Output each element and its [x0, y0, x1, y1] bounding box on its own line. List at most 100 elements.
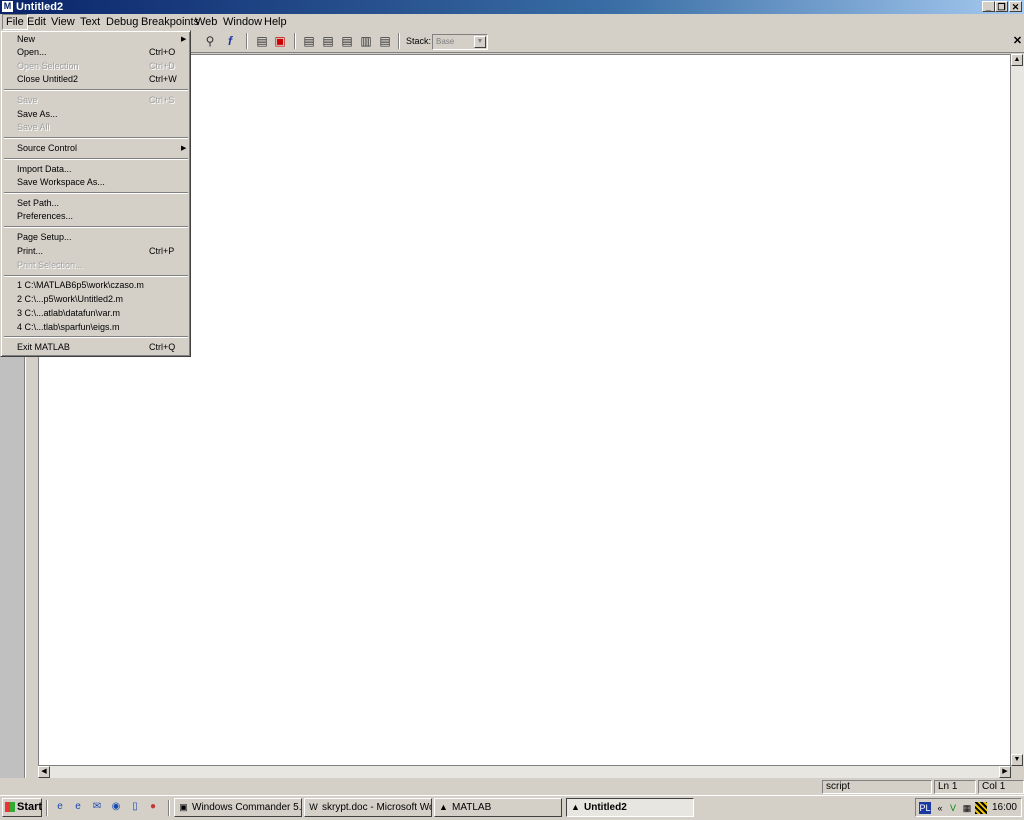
quicklaunch-notes-icon[interactable]: ▯ [129, 801, 141, 813]
start-label: Start [17, 801, 43, 813]
matlab-app-icon[interactable]: M [2, 1, 13, 12]
menu-item-recent-2[interactable]: 2 C:\...p5\work\Untitled2.m [17, 293, 187, 306]
menu-item-shortcut: Ctrl+W [149, 74, 177, 84]
start-button[interactable]: Start [2, 798, 42, 817]
task-windows-commander[interactable]: ▣ Windows Commander 5.0... [174, 798, 302, 817]
menu-view[interactable]: View [48, 15, 78, 29]
menu-item-label: 1 C:\MATLAB6p5\work\czaso.m [17, 280, 144, 290]
menu-item-shortcut: Ctrl+O [149, 47, 176, 57]
menu-item-close[interactable]: Close Untitled2 Ctrl+W [17, 73, 187, 86]
menu-separator [4, 89, 188, 91]
quicklaunch-browser-icon[interactable]: e [72, 801, 84, 813]
menu-item-page-setup[interactable]: Page Setup... [17, 231, 187, 244]
status-col: Col 1 [978, 780, 1024, 794]
taskbar-separator [46, 800, 48, 816]
menu-item-set-path[interactable]: Set Path... [17, 197, 187, 210]
menu-item-label: Print... [17, 246, 44, 256]
taskbar: Start e e ✉ ◉ ▯ ● ▣ Windows Commander 5.… [0, 795, 1024, 820]
close-button[interactable]: ✕ [1009, 1, 1022, 12]
task-untitled2[interactable]: ▲ Untitled2 [566, 798, 694, 817]
horizontal-scrollbar[interactable]: ◀ ▶ [38, 766, 1011, 778]
menu-item-label: Exit MATLAB [17, 342, 70, 352]
language-icon[interactable]: PL [919, 802, 931, 814]
tray-app-icon[interactable] [975, 802, 987, 814]
minimize-button[interactable]: _ [982, 1, 995, 12]
menu-item-recent-1[interactable]: 1 C:\MATLAB6p5\work\czaso.m [17, 279, 187, 292]
task-matlab[interactable]: ▲ MATLAB [434, 798, 562, 817]
step-icon[interactable]: ▤ [302, 34, 316, 48]
menu-item-label: Import Data... [17, 164, 72, 174]
menu-item-label: Open... [17, 47, 47, 57]
scroll-left-icon[interactable]: ◀ [38, 766, 50, 778]
menu-item-import-data[interactable]: Import Data... [17, 163, 187, 176]
menu-item-label: Page Setup... [17, 232, 72, 242]
menu-separator [4, 226, 188, 228]
menu-item-open[interactable]: Open... Ctrl+O [17, 46, 187, 59]
menu-item-label: 4 C:\...tlab\sparfun\eigs.m [17, 322, 120, 332]
menu-item-print-selection: Print Selection... [17, 259, 187, 272]
step-out-icon[interactable]: ▤ [340, 34, 354, 48]
menu-item-save: Save Ctrl+S [17, 94, 187, 107]
menu-item-open-selection: Open Selection Ctrl+D [17, 60, 187, 73]
chevron-down-icon[interactable]: ▼ [474, 36, 486, 48]
windows-logo-icon [5, 802, 15, 812]
menu-item-new[interactable]: New ▶ [17, 33, 187, 46]
exit-debug-icon[interactable]: ▤ [378, 34, 392, 48]
menu-window[interactable]: Window [220, 15, 265, 29]
menu-text[interactable]: Text [77, 15, 103, 29]
menu-item-recent-3[interactable]: 3 C:\...atlab\datafun\var.m [17, 307, 187, 320]
menu-help[interactable]: Help [261, 15, 290, 29]
menu-item-save-as[interactable]: Save As... [17, 108, 187, 121]
menu-item-save-workspace[interactable]: Save Workspace As... [17, 176, 187, 189]
submenu-arrow-icon: ▶ [181, 36, 187, 43]
system-tray: PL « V ▦ 16:00 [915, 798, 1022, 817]
menu-item-label: Set Path... [17, 198, 60, 208]
menu-item-label: Preferences... [17, 211, 74, 221]
close-document-icon[interactable]: ✕ [1011, 35, 1024, 48]
menu-debug[interactable]: Debug [103, 15, 141, 29]
menu-separator [4, 137, 188, 139]
task-microsoft-word[interactable]: W skrypt.doc - Microsoft Word [304, 798, 432, 817]
menu-item-label: Open Selection [17, 61, 79, 71]
restore-button[interactable]: ❐ [995, 1, 1008, 12]
antivirus-icon[interactable]: V [947, 802, 959, 814]
scroll-right-icon[interactable]: ▶ [999, 766, 1011, 778]
menu-edit[interactable]: Edit [24, 15, 49, 29]
menu-item-print[interactable]: Print... Ctrl+P [17, 245, 187, 258]
quicklaunch-media-icon[interactable]: ◉ [110, 801, 122, 813]
set-breakpoint-icon[interactable]: ▤ [255, 34, 269, 48]
menu-item-preferences[interactable]: Preferences... [17, 210, 187, 223]
vertical-scrollbar[interactable]: ▲ ▼ [1011, 54, 1024, 766]
quicklaunch-ie-icon[interactable]: e [54, 801, 66, 813]
menu-item-label: Close Untitled2 [17, 74, 79, 84]
function-icon[interactable]: f [223, 34, 237, 48]
scroll-down-icon[interactable]: ▼ [1011, 754, 1023, 766]
toolbar-separator [246, 33, 248, 49]
menu-item-recent-4[interactable]: 4 C:\...tlab\sparfun\eigs.m [17, 321, 187, 334]
toolbar-separator [398, 33, 400, 49]
clear-breakpoints-icon[interactable]: ▣ [273, 34, 287, 48]
step-in-icon[interactable]: ▤ [321, 34, 335, 48]
menu-item-shortcut: Ctrl+Q [149, 342, 176, 352]
menu-web[interactable]: Web [192, 15, 220, 29]
menu-bar: File Edit View Text Debug Breakpoints We… [0, 14, 1024, 30]
menu-item-label: Source Control [17, 143, 78, 153]
expand-tray-icon[interactable]: « [934, 802, 946, 814]
menu-item-shortcut: Ctrl+P [149, 246, 175, 256]
status-line: Ln 1 [934, 780, 976, 794]
quicklaunch-app-icon[interactable]: ● [147, 801, 159, 813]
find-binoculars-icon[interactable]: ⚲ [203, 34, 217, 48]
menu-separator [4, 192, 188, 194]
menu-item-exit[interactable]: Exit MATLAB Ctrl+Q [17, 341, 187, 354]
menu-item-source-control[interactable]: Source Control ▶ [17, 142, 187, 155]
menu-item-label: Print Selection... [17, 260, 83, 270]
menu-item-label: Save As... [17, 109, 58, 119]
scroll-up-icon[interactable]: ▲ [1011, 54, 1023, 66]
menu-item-label: Save Workspace As... [17, 177, 105, 187]
continue-icon[interactable]: ▥ [359, 34, 373, 48]
menu-separator [4, 336, 188, 338]
menu-item-label: 2 C:\...p5\work\Untitled2.m [17, 294, 124, 304]
stack-dropdown[interactable]: Base ▼ [432, 34, 488, 50]
quicklaunch-outlook-icon[interactable]: ✉ [91, 801, 103, 813]
network-icon[interactable]: ▦ [961, 802, 973, 814]
